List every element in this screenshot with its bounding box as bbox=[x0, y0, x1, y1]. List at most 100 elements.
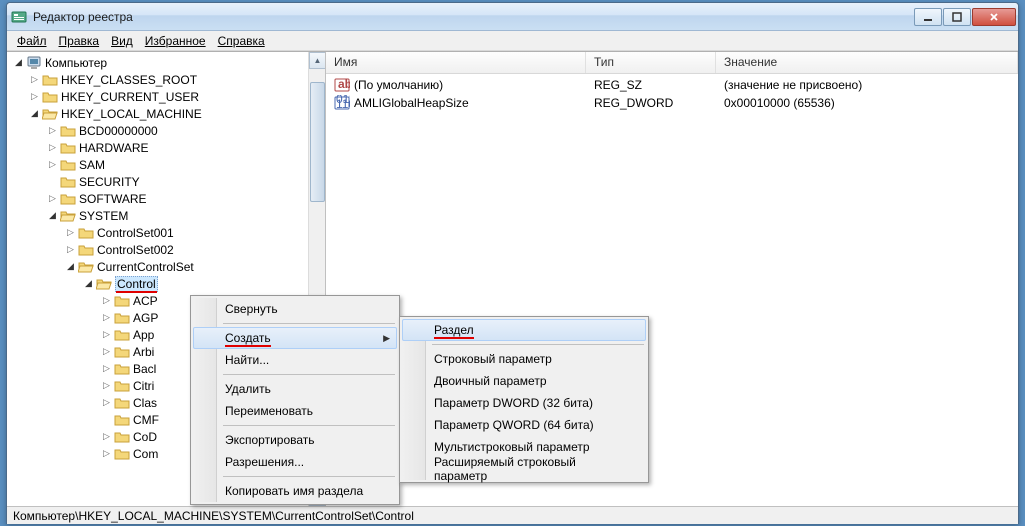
tree-label: ACP bbox=[133, 294, 158, 308]
ctx-permissions[interactable]: Разрешения... bbox=[193, 451, 397, 473]
tree-security[interactable]: SECURITY bbox=[11, 173, 325, 190]
computer-icon bbox=[26, 55, 42, 71]
expand-icon[interactable]: ▷ bbox=[101, 329, 112, 340]
ctx-new-qword[interactable]: Параметр QWORD (64 бита) bbox=[402, 414, 646, 436]
expand-icon[interactable]: ▷ bbox=[101, 312, 112, 323]
tree-system[interactable]: ◢SYSTEM bbox=[11, 207, 325, 224]
expand-icon[interactable]: ◢ bbox=[83, 278, 94, 289]
list-body: ab(По умолчанию) REG_SZ (значение не при… bbox=[326, 74, 1018, 114]
list-row[interactable]: ab(По умолчанию) REG_SZ (значение не при… bbox=[326, 76, 1018, 94]
folder-open-icon bbox=[78, 260, 94, 274]
expand-icon[interactable]: ▷ bbox=[101, 295, 112, 306]
ctx-create[interactable]: Создать▶ bbox=[193, 327, 397, 349]
tree-label: ControlSet002 bbox=[97, 243, 174, 257]
tree-control[interactable]: ◢ Control bbox=[11, 275, 325, 292]
expand-icon[interactable]: ▷ bbox=[101, 448, 112, 459]
expand-icon[interactable]: ◢ bbox=[47, 210, 58, 221]
scroll-up-icon[interactable]: ▲ bbox=[309, 52, 326, 69]
ctx-rename[interactable]: Переименовать bbox=[193, 400, 397, 422]
tree-cs002[interactable]: ▷ ControlSet002 bbox=[11, 241, 325, 258]
menu-view[interactable]: Вид bbox=[105, 32, 139, 50]
maximize-button[interactable] bbox=[943, 8, 971, 26]
tree-ccs[interactable]: ◢CurrentControlSet bbox=[11, 258, 325, 275]
ctx-new-key[interactable]: Раздел bbox=[402, 319, 646, 341]
expand-icon[interactable]: ▷ bbox=[101, 346, 112, 357]
tree-label: HKEY_LOCAL_MACHINE bbox=[61, 107, 202, 121]
folder-icon bbox=[60, 158, 76, 172]
ctx-find[interactable]: Найти... bbox=[193, 349, 397, 371]
tree-sam[interactable]: ▷ SAM bbox=[11, 156, 325, 173]
tree-label: App bbox=[133, 328, 154, 342]
expand-icon[interactable]: ▷ bbox=[47, 125, 58, 136]
tree-label: SAM bbox=[79, 158, 105, 172]
folder-icon bbox=[114, 294, 130, 308]
folder-icon bbox=[114, 430, 130, 444]
tree-label: Control bbox=[115, 276, 158, 292]
expand-icon[interactable]: ▷ bbox=[47, 142, 58, 153]
ctx-copy-key-name[interactable]: Копировать имя раздела bbox=[193, 480, 397, 502]
tree-label: SECURITY bbox=[79, 175, 140, 189]
tree-hardware[interactable]: ▷ HARDWARE bbox=[11, 139, 325, 156]
menubar: Файл Правка Вид Избранное Справка bbox=[7, 31, 1018, 51]
ctx-new-binary[interactable]: Двоичный параметр bbox=[402, 370, 646, 392]
expand-icon[interactable]: ▷ bbox=[29, 91, 40, 102]
expand-icon[interactable]: ▷ bbox=[47, 159, 58, 170]
svg-text:ab: ab bbox=[338, 77, 350, 91]
expand-icon[interactable]: ◢ bbox=[13, 57, 24, 68]
expand-icon[interactable]: ▷ bbox=[101, 397, 112, 408]
folder-icon bbox=[114, 362, 130, 376]
submenu-arrow-icon: ▶ bbox=[383, 333, 390, 344]
expand-icon[interactable]: ▷ bbox=[65, 227, 76, 238]
expand-icon[interactable]: ▷ bbox=[47, 193, 58, 204]
menu-file[interactable]: Файл bbox=[11, 32, 53, 50]
titlebar[interactable]: Редактор реестра bbox=[7, 3, 1018, 31]
tree-hkcu[interactable]: ▷ HKEY_CURRENT_USER bbox=[11, 88, 325, 105]
binary-value-icon: 011110 bbox=[334, 95, 350, 111]
svg-text:110: 110 bbox=[336, 97, 350, 111]
tree-label: HKEY_CLASSES_ROOT bbox=[61, 73, 197, 87]
ctx-new-expandstring[interactable]: Расширяемый строковый параметр bbox=[402, 458, 646, 480]
tree-software[interactable]: ▷SOFTWARE bbox=[11, 190, 325, 207]
separator bbox=[223, 425, 395, 426]
context-menu-new: Раздел Строковый параметр Двоичный парам… bbox=[399, 316, 649, 483]
context-menu-key: Свернуть Создать▶ Найти... Удалить Переи… bbox=[190, 295, 400, 505]
col-type[interactable]: Тип bbox=[586, 52, 716, 73]
value-name: AMLIGlobalHeapSize bbox=[354, 96, 469, 110]
tree-label: CMF bbox=[133, 413, 159, 427]
ctx-delete[interactable]: Удалить bbox=[193, 378, 397, 400]
col-name[interactable]: Имя bbox=[326, 52, 586, 73]
tree-bcd[interactable]: ▷BCD00000000 bbox=[11, 122, 325, 139]
tree-computer[interactable]: ◢ Компьютер bbox=[11, 54, 325, 71]
ctx-new-dword[interactable]: Параметр DWORD (32 бита) bbox=[402, 392, 646, 414]
tree-hklm[interactable]: ◢ HKEY_LOCAL_MACHINE bbox=[11, 105, 325, 122]
tree-cs001[interactable]: ▷ControlSet001 bbox=[11, 224, 325, 241]
menu-help[interactable]: Справка bbox=[212, 32, 271, 50]
separator bbox=[223, 323, 395, 324]
folder-icon bbox=[114, 311, 130, 325]
expand-icon[interactable]: ▷ bbox=[101, 363, 112, 374]
expand-icon[interactable]: ◢ bbox=[29, 108, 40, 119]
scroll-thumb[interactable] bbox=[310, 82, 325, 202]
expand-icon[interactable]: ▷ bbox=[101, 380, 112, 391]
tree-label: HARDWARE bbox=[79, 141, 149, 155]
list-row[interactable]: 011110AMLIGlobalHeapSize REG_DWORD 0x000… bbox=[326, 94, 1018, 112]
folder-icon bbox=[114, 396, 130, 410]
menu-edit[interactable]: Правка bbox=[53, 32, 106, 50]
ctx-collapse[interactable]: Свернуть bbox=[193, 298, 397, 320]
value-data: 0x00010000 (65536) bbox=[716, 96, 1018, 110]
minimize-button[interactable] bbox=[914, 8, 942, 26]
statusbar: Компьютер\HKEY_LOCAL_MACHINE\SYSTEM\Curr… bbox=[7, 506, 1018, 524]
tree-label: HKEY_CURRENT_USER bbox=[61, 90, 199, 104]
expand-icon[interactable]: ▷ bbox=[29, 74, 40, 85]
tree-hkcr[interactable]: ▷ HKEY_CLASSES_ROOT bbox=[11, 71, 325, 88]
folder-icon bbox=[42, 90, 58, 104]
ctx-new-string[interactable]: Строковый параметр bbox=[402, 348, 646, 370]
close-button[interactable] bbox=[972, 8, 1016, 26]
menu-favorites[interactable]: Избранное bbox=[139, 32, 212, 50]
expand-icon[interactable]: ▷ bbox=[101, 431, 112, 442]
tree-label: Компьютер bbox=[45, 56, 107, 70]
ctx-export[interactable]: Экспортировать bbox=[193, 429, 397, 451]
col-value[interactable]: Значение bbox=[716, 52, 1018, 73]
expand-icon[interactable]: ▷ bbox=[65, 244, 76, 255]
expand-icon[interactable]: ◢ bbox=[65, 261, 76, 272]
